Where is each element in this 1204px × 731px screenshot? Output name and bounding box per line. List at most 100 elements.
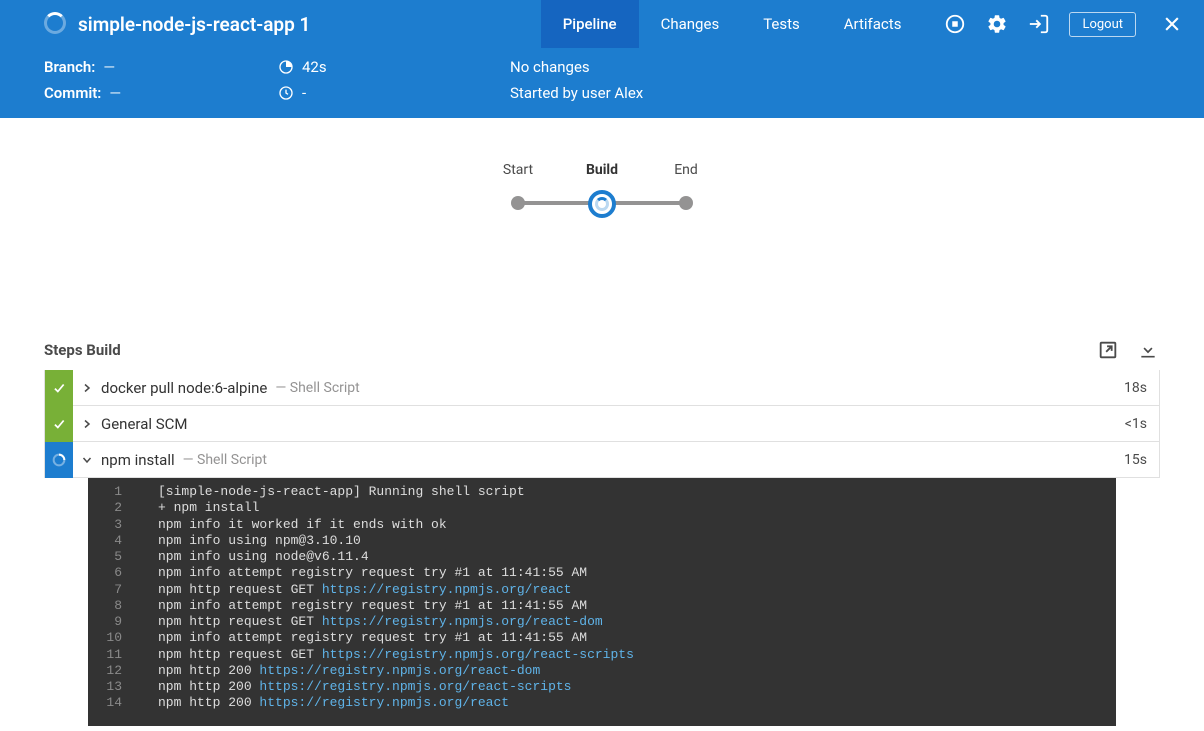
line-text: npm http 200 https://registry.npmjs.org/…	[140, 663, 540, 679]
line-text: [simple-node-js-react-app] Running shell…	[140, 484, 525, 500]
step-subtitle: — Shell Script	[183, 452, 267, 468]
stage-build[interactable]: Build	[560, 162, 644, 218]
line-number: 13	[88, 679, 140, 695]
step-row[interactable]: General SCM <1s	[44, 406, 1160, 442]
status-running-icon	[45, 442, 73, 478]
line-number: 2	[88, 500, 140, 516]
line-text: + npm install	[140, 500, 259, 516]
steps-title: Steps Build	[44, 341, 121, 359]
line-text: npm http 200 https://registry.npmjs.org/…	[140, 695, 509, 711]
stage-node-icon	[511, 196, 525, 210]
stage-label: Start	[503, 162, 533, 178]
changes-text: No changes	[510, 58, 590, 76]
console-line: 9npm http request GET https://registry.n…	[88, 614, 1116, 630]
console-output: 1[simple-node-js-react-app] Running shel…	[88, 478, 1116, 726]
chevron-right-icon[interactable]	[73, 418, 101, 430]
steps-section: Steps Build docker pull node:6-alpine — …	[0, 338, 1204, 726]
step-name: npm install	[101, 451, 175, 469]
step-duration: <1s	[1125, 416, 1159, 432]
console-url[interactable]: https://registry.npmjs.org/react-dom	[322, 614, 603, 629]
line-number: 14	[88, 695, 140, 711]
line-text: npm http 200 https://registry.npmjs.org/…	[140, 679, 571, 695]
console-url[interactable]: https://registry.npmjs.org/react-dom	[259, 663, 540, 678]
chevron-right-icon[interactable]	[73, 382, 101, 394]
step-row[interactable]: npm install — Shell Script 15s	[44, 442, 1160, 478]
started-by-text: Started by user Alex	[510, 84, 643, 102]
console-url[interactable]: https://registry.npmjs.org/react	[322, 582, 572, 597]
status-success-icon	[45, 370, 73, 406]
logout-button[interactable]: Logout	[1069, 12, 1136, 37]
line-number: 11	[88, 647, 140, 663]
line-number: 1	[88, 484, 140, 500]
console-line: 8npm info attempt registry request try #…	[88, 598, 1116, 614]
stage-label: Build	[586, 162, 618, 178]
finished-value: -	[302, 84, 306, 102]
header-bar: simple-node-js-react-app 1 Pipeline Chan…	[0, 0, 1204, 48]
step-duration: 15s	[1124, 452, 1159, 468]
duration-icon	[278, 59, 294, 75]
step-subtitle: — Shell Script	[275, 380, 359, 396]
branch-label: Branch:	[44, 58, 95, 76]
settings-gear-icon[interactable]	[985, 12, 1009, 36]
commit-label: Commit:	[44, 84, 101, 102]
page-title: simple-node-js-react-app 1	[78, 13, 310, 36]
console-line: 2+ npm install	[88, 500, 1116, 516]
console-line: 14npm http 200 https://registry.npmjs.or…	[88, 695, 1116, 711]
line-number: 7	[88, 582, 140, 598]
console-url[interactable]: https://registry.npmjs.org/react-scripts	[322, 647, 634, 662]
tab-artifacts[interactable]: Artifacts	[822, 0, 924, 48]
line-number: 4	[88, 533, 140, 549]
console-line: 1[simple-node-js-react-app] Running shel…	[88, 484, 1116, 500]
step-name: docker pull node:6-alpine	[101, 379, 267, 397]
clock-icon	[278, 85, 294, 101]
console-line: 5npm info using node@v6.11.4	[88, 549, 1116, 565]
line-text: npm info attempt registry request try #1…	[140, 565, 587, 581]
console-line: 4npm info using npm@3.10.10	[88, 533, 1116, 549]
tab-changes[interactable]: Changes	[639, 0, 742, 48]
header-actions: Logout	[923, 12, 1204, 37]
line-number: 12	[88, 663, 140, 679]
branch-value: —	[103, 58, 115, 76]
line-number: 3	[88, 517, 140, 533]
line-text: npm info attempt registry request try #1…	[140, 598, 587, 614]
console-url[interactable]: https://registry.npmjs.org/react-scripts	[259, 679, 571, 694]
console-line: 7npm http request GET https://registry.n…	[88, 582, 1116, 598]
line-text: npm http request GET https://registry.np…	[140, 614, 603, 630]
chevron-down-icon[interactable]	[73, 454, 101, 466]
download-icon[interactable]	[1136, 338, 1160, 362]
line-text: npm info using npm@3.10.10	[140, 533, 361, 549]
tab-tests[interactable]: Tests	[741, 0, 822, 48]
line-number: 9	[88, 614, 140, 630]
duration-value: 42s	[302, 58, 327, 76]
line-number: 6	[88, 565, 140, 581]
line-number: 8	[88, 598, 140, 614]
console-line: 13npm http 200 https://registry.npmjs.or…	[88, 679, 1116, 695]
stage-label: End	[674, 162, 698, 178]
line-number: 5	[88, 549, 140, 565]
tab-pipeline[interactable]: Pipeline	[541, 0, 639, 48]
header-tabs: Pipeline Changes Tests Artifacts	[541, 0, 924, 48]
line-text: npm info using node@v6.11.4	[140, 549, 369, 565]
console-line: 6npm info attempt registry request try #…	[88, 565, 1116, 581]
console-line: 3npm info it worked if it ends with ok	[88, 517, 1116, 533]
pipeline-graph: Start Build End	[0, 118, 1204, 338]
commit-value: —	[109, 84, 121, 102]
console-url[interactable]: https://registry.npmjs.org/react	[259, 695, 509, 710]
console-line: 10npm info attempt registry request try …	[88, 630, 1116, 646]
stop-build-icon[interactable]	[943, 12, 967, 36]
line-number: 10	[88, 630, 140, 646]
line-text: npm info attempt registry request try #1…	[140, 630, 587, 646]
close-icon[interactable]	[1160, 12, 1184, 36]
run-info-bar: Branch: — Commit: — 42s - No changes Sta…	[0, 48, 1204, 118]
step-row[interactable]: docker pull node:6-alpine — Shell Script…	[44, 370, 1160, 406]
step-name: General SCM	[101, 415, 188, 433]
build-status-spinner-icon	[44, 12, 66, 34]
line-text: npm http request GET https://registry.np…	[140, 582, 571, 598]
exit-icon[interactable]	[1027, 12, 1051, 36]
stage-node-icon	[679, 196, 693, 210]
open-external-icon[interactable]	[1096, 338, 1120, 362]
step-duration: 18s	[1124, 380, 1159, 396]
line-text: npm info it worked if it ends with ok	[140, 517, 447, 533]
console-line: 11npm http request GET https://registry.…	[88, 647, 1116, 663]
status-success-icon	[45, 406, 73, 442]
